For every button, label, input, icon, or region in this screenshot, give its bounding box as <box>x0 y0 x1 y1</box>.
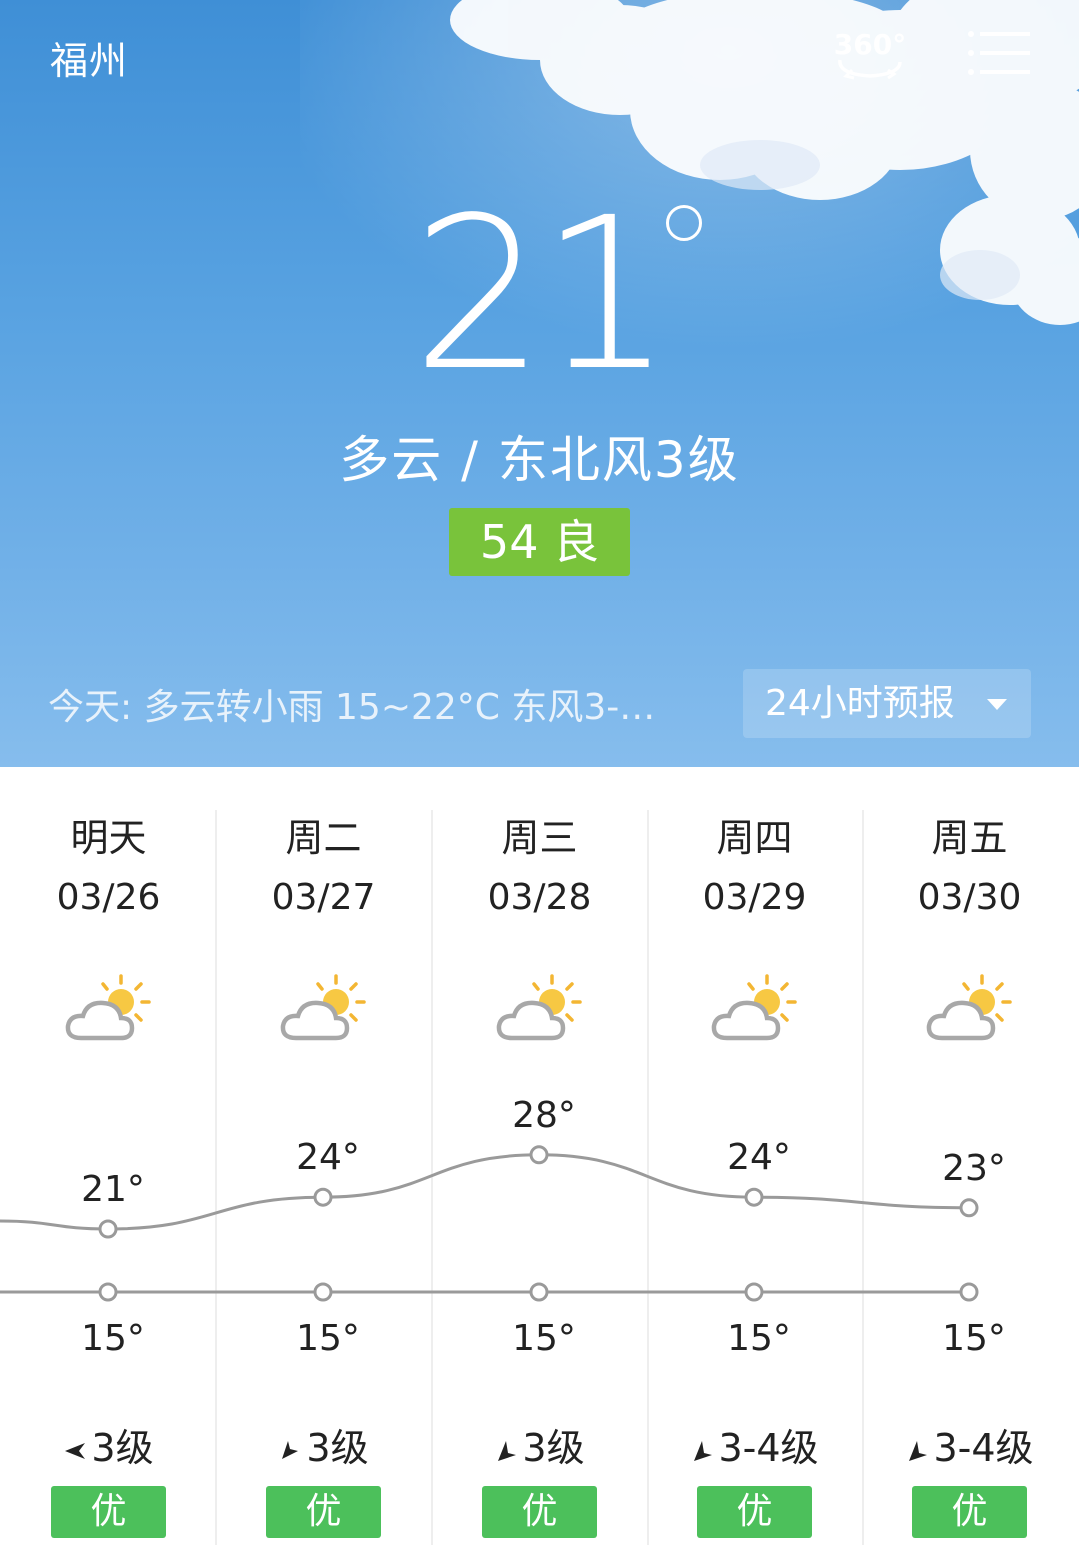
panorama-label: 360° <box>834 28 906 61</box>
low-temp-point <box>529 1282 549 1302</box>
high-temp-point <box>98 1219 118 1239</box>
chevron-down-icon <box>987 699 1007 710</box>
temperature-trend-chart: 21° 24° 28° 24° 23° 15° 15° 15° 15° 15° <box>0 1095 1006 1359</box>
low-temp-label: 15° <box>942 1318 1006 1359</box>
aqi-badge[interactable]: 54 良 <box>449 508 630 576</box>
hourly-forecast-label: 24小时预报 <box>765 683 955 724</box>
current-temperature: 21 <box>0 185 1079 405</box>
city-name[interactable]: 福州 <box>50 30 128 85</box>
low-temp-label: 15° <box>296 1318 360 1359</box>
360-view-icon[interactable]: 360° <box>830 26 910 84</box>
high-temp-label: 24° <box>296 1137 360 1178</box>
temperature-value: 21 <box>411 172 673 417</box>
low-temp-label: 15° <box>727 1318 791 1359</box>
low-temp-label: 15° <box>81 1318 145 1359</box>
high-temp-line <box>0 1153 971 1231</box>
low-temp-point <box>98 1282 118 1302</box>
high-temp-point <box>959 1198 979 1218</box>
high-temp-label: 21° <box>81 1169 145 1210</box>
low-temp-point <box>313 1282 333 1302</box>
low-temp-point <box>744 1282 764 1302</box>
current-weather-panel: 福州 360° 21 多云 / 东北风3级 54 良 今天: 多云转小雨 15~… <box>0 0 1079 767</box>
hourly-forecast-button[interactable]: 24小时预报 <box>743 669 1031 738</box>
list-menu-icon[interactable] <box>966 28 1030 78</box>
low-temp-label: 15° <box>512 1318 576 1359</box>
degree-symbol <box>666 205 702 241</box>
condition-wind-line: 多云 / 东北风3级 <box>339 431 740 489</box>
high-temp-point <box>744 1187 764 1207</box>
high-temp-label: 23° <box>942 1148 1006 1189</box>
today-summary: 今天: 多云转小雨 15~22°C 东风3-… <box>48 687 656 728</box>
low-temp-point <box>959 1282 979 1302</box>
high-temp-label: 24° <box>727 1137 791 1178</box>
high-temp-point <box>529 1145 549 1165</box>
high-temp-point <box>313 1187 333 1207</box>
high-temp-label: 28° <box>512 1095 576 1136</box>
